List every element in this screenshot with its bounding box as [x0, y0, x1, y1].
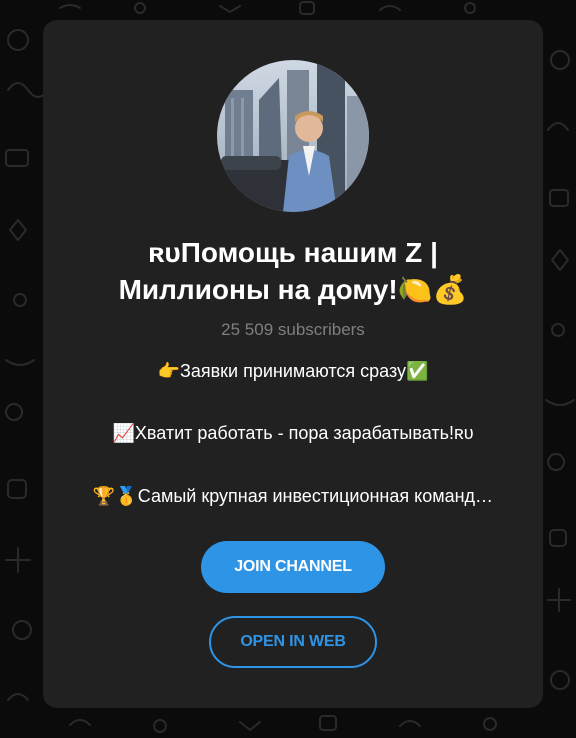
- description-line-2: 📈Хватит работать - пора зарабатывать!ʀᴜ: [112, 423, 474, 443]
- open-in-web-label: OPEN IN WEB: [240, 633, 346, 650]
- description-line-1: 👉Заявки принимаются сразу✅: [157, 361, 429, 381]
- join-channel-label: JOIN CHANNEL: [234, 558, 352, 575]
- channel-avatar: [217, 60, 369, 212]
- channel-title: ʀᴜПомощь нашим Z | Миллионы на дому!🍋💰: [118, 237, 468, 305]
- open-in-web-button[interactable]: OPEN IN WEB: [209, 616, 377, 668]
- join-channel-button[interactable]: JOIN CHANNEL: [201, 541, 385, 593]
- channel-card: ʀᴜПомощь нашим Z | Миллионы на дому!🍋💰 2…: [43, 20, 543, 708]
- subscriber-count: 25 509 subscribers: [221, 320, 365, 339]
- description-line-3: 🏆🥇Самый крупная инвестиционная команд…: [92, 486, 494, 506]
- avatar-photo: [217, 60, 369, 212]
